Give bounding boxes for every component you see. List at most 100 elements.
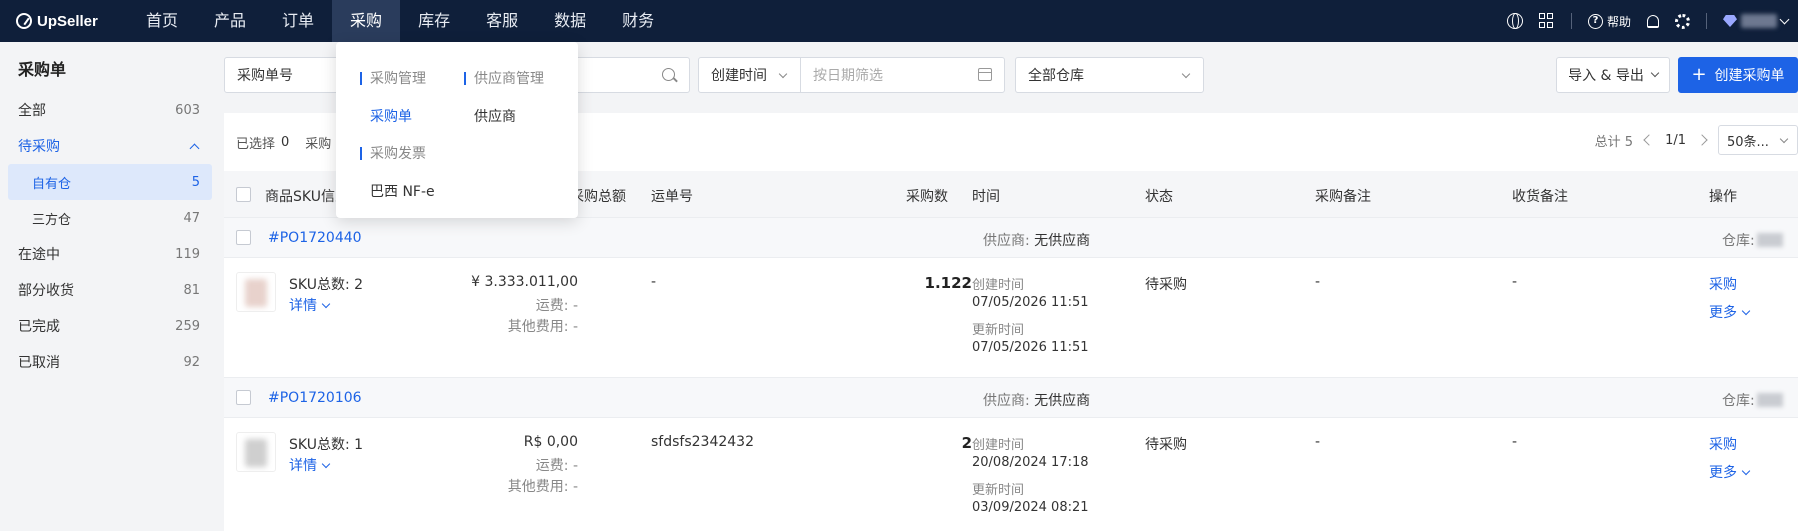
menu-item-suppliers[interactable]: 供应商 xyxy=(474,106,516,126)
divider xyxy=(1706,13,1707,29)
upseller-logo[interactable]: UpSeller xyxy=(0,0,120,42)
warehouse-info: 仓库: xyxy=(1722,230,1783,250)
column-header-actions: 操作 xyxy=(1709,189,1737,205)
selected-label: 已选择 xyxy=(236,136,276,152)
created-time-label: 创建时间 xyxy=(972,278,1025,293)
purchase-amount: ¥ 3.333.011,00 xyxy=(471,274,578,290)
purchase-action-link[interactable]: 采购 xyxy=(1709,434,1737,454)
globe-icon[interactable] xyxy=(1506,13,1523,29)
table-row: SKU总数: 1 详情 R$ 0,00 运费: - 其他费用: - sfdsfs… xyxy=(224,418,1798,531)
supplier-value: 无供应商 xyxy=(1034,233,1091,249)
created-time-label: 创建时间 xyxy=(972,438,1025,453)
apps-grid-icon[interactable] xyxy=(1538,13,1555,29)
sidebar-item-label: 待采购 xyxy=(18,139,60,155)
nav-item-orders[interactable]: 订单 xyxy=(264,0,332,42)
date-type-select[interactable]: 创建时间 xyxy=(698,57,801,93)
sidebar-item-count: 119 xyxy=(175,246,200,262)
chevron-right-icon[interactable] xyxy=(1696,134,1708,146)
sku-total: SKU总数: 2 xyxy=(289,277,364,293)
column-header-purchase-note: 采购备注 xyxy=(1315,189,1371,205)
nav-item-finance[interactable]: 财务 xyxy=(604,0,672,42)
receipt-note: - xyxy=(1512,434,1518,450)
user-menu[interactable] xyxy=(1723,14,1790,28)
import-export-label: 导入 & 导出 xyxy=(1568,68,1644,84)
nav-items: 首页 产品 订单 采购 库存 客服 数据 财务 xyxy=(128,0,672,42)
search-field-select[interactable]: 采购单号 xyxy=(237,65,293,85)
create-purchase-order-button[interactable]: + 创建采购单 xyxy=(1678,57,1798,93)
menu-section-purchase-management: 采购管理 xyxy=(360,68,426,88)
sidebar-item-partial-received[interactable]: 部分收货 81 xyxy=(0,272,212,308)
nav-item-products[interactable]: 产品 xyxy=(196,0,264,42)
column-header-qty: 采购数 xyxy=(906,189,948,205)
gear-icon[interactable] xyxy=(1675,13,1690,29)
updated-time-label: 更新时间 xyxy=(972,323,1025,338)
more-actions-dropdown[interactable]: 更多 xyxy=(1709,462,1751,482)
bell-icon[interactable] xyxy=(1647,14,1659,28)
select-all-checkbox[interactable] xyxy=(236,187,251,202)
freight-fee: 运费: - xyxy=(535,298,578,314)
nav-item-home[interactable]: 首页 xyxy=(128,0,196,42)
help-button[interactable]: ? 帮助 xyxy=(1587,13,1631,30)
warehouse-select[interactable]: 全部仓库 xyxy=(1015,57,1204,93)
date-range-input[interactable]: 按日期筛选 xyxy=(800,57,1005,93)
po-number-link[interactable]: #PO1720440 xyxy=(268,230,362,246)
bulk-purchase-button[interactable]: 采购 xyxy=(305,133,331,152)
menu-item-purchase-orders[interactable]: 采购单 xyxy=(370,106,412,126)
purchase-action-link[interactable]: 采购 xyxy=(1709,274,1737,294)
warehouse-value: 全部仓库 xyxy=(1028,68,1084,84)
sidebar-item-all[interactable]: 全部 603 xyxy=(0,92,212,128)
detail-toggle[interactable]: 详情 xyxy=(289,295,331,315)
more-actions-dropdown[interactable]: 更多 xyxy=(1709,302,1751,322)
chevron-down-icon xyxy=(1741,466,1751,475)
sidebar-item-count: 81 xyxy=(183,282,200,298)
search-icon[interactable] xyxy=(662,68,675,81)
product-thumbnail xyxy=(236,272,276,312)
warehouse-label: 仓库: xyxy=(1722,393,1755,409)
purchase-note: - xyxy=(1315,434,1321,450)
selected-count: 0 xyxy=(281,134,290,150)
chevron-left-icon[interactable] xyxy=(1643,134,1655,146)
menu-section-purchase-invoices: 采购发票 xyxy=(360,143,426,163)
sidebar-item-completed[interactable]: 已完成 259 xyxy=(0,308,212,344)
detail-toggle[interactable]: 详情 xyxy=(289,455,331,475)
table-row: SKU总数: 2 详情 ¥ 3.333.011,00 运费: - 其他费用: -… xyxy=(224,258,1798,378)
nav-item-purchase[interactable]: 采购 xyxy=(332,0,401,42)
page-size-select[interactable]: 50条... xyxy=(1718,125,1798,155)
warehouse-value-blurred xyxy=(1756,393,1783,407)
warehouse-info: 仓库: xyxy=(1722,390,1783,410)
sidebar-item-label: 三方仓 xyxy=(32,212,72,228)
nav-item-data[interactable]: 数据 xyxy=(536,0,604,42)
import-export-button[interactable]: 导入 & 导出 xyxy=(1556,57,1670,93)
top-nav: UpSeller 首页 产品 订单 采购 库存 客服 数据 财务 ? 帮助 xyxy=(0,0,1798,42)
more-label: 更多 xyxy=(1709,465,1737,481)
sidebar-item-label: 在途中 xyxy=(18,247,60,263)
supplier-info: 供应商: 无供应商 xyxy=(983,390,1090,410)
supplier-value: 无供应商 xyxy=(1034,393,1091,409)
chevron-down-icon xyxy=(1181,69,1191,79)
sidebar-item-count: 603 xyxy=(175,102,200,118)
sidebar-item-in-transit[interactable]: 在途中 119 xyxy=(0,236,212,272)
help-label: 帮助 xyxy=(1606,14,1631,29)
page-size-value: 50条... xyxy=(1727,134,1769,150)
warehouse-value-blurred xyxy=(1756,233,1783,247)
row-checkbox[interactable] xyxy=(236,230,251,245)
created-time: 07/05/2026 11:51 xyxy=(972,295,1089,310)
sidebar-item-cancelled[interactable]: 已取消 92 xyxy=(0,344,212,380)
more-label: 更多 xyxy=(1709,305,1737,321)
sidebar-item-label: 部分收货 xyxy=(18,283,74,299)
sidebar-item-third-party-warehouse[interactable]: 三方仓 47 xyxy=(0,200,212,236)
chevron-down-icon xyxy=(778,69,788,79)
row-checkbox[interactable] xyxy=(236,390,251,405)
nav-item-customer-service[interactable]: 客服 xyxy=(468,0,536,42)
pagination: 总计 5 1/1 50条... xyxy=(1595,125,1798,155)
column-header-amount: 采购总额 xyxy=(570,189,626,205)
status-text: 待采购 xyxy=(1145,437,1187,453)
other-fee: 其他费用: - xyxy=(507,319,578,335)
sidebar-item-own-warehouse[interactable]: 自有仓 5 xyxy=(8,164,212,200)
nav-item-inventory[interactable]: 库存 xyxy=(400,0,468,42)
sidebar-item-pending[interactable]: 待采购 xyxy=(0,128,212,164)
product-thumbnail xyxy=(236,432,276,472)
column-header-tracking: 运单号 xyxy=(651,189,693,205)
po-number-link[interactable]: #PO1720106 xyxy=(268,390,362,406)
menu-item-brazil-nfe[interactable]: 巴西 NF-e xyxy=(370,181,435,201)
